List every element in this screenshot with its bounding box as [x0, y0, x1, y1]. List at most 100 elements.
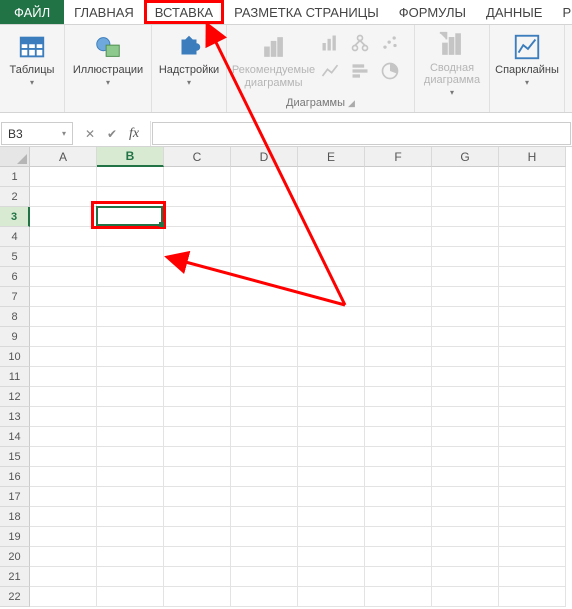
tables-button[interactable]: Таблицы ▾	[4, 28, 60, 87]
cell[interactable]	[432, 487, 499, 507]
cell[interactable]	[231, 307, 298, 327]
cell[interactable]	[298, 207, 365, 227]
tab-file[interactable]: ФАЙЛ	[0, 0, 64, 24]
row-header[interactable]: 15	[0, 447, 30, 467]
cell[interactable]	[298, 387, 365, 407]
cell[interactable]	[365, 327, 432, 347]
cell[interactable]	[499, 167, 566, 187]
cell[interactable]	[164, 287, 231, 307]
cell[interactable]	[499, 327, 566, 347]
cell[interactable]	[432, 367, 499, 387]
cell[interactable]	[164, 187, 231, 207]
cell[interactable]	[30, 327, 97, 347]
cell[interactable]	[432, 547, 499, 567]
cell[interactable]	[164, 527, 231, 547]
cell[interactable]	[30, 267, 97, 287]
cell[interactable]	[231, 427, 298, 447]
row-header[interactable]: 4	[0, 227, 30, 247]
cell[interactable]	[499, 207, 566, 227]
cell[interactable]	[97, 287, 164, 307]
cell[interactable]	[97, 447, 164, 467]
row-header[interactable]: 9	[0, 327, 30, 347]
cell[interactable]	[499, 307, 566, 327]
cell[interactable]	[298, 327, 365, 347]
cell[interactable]	[499, 227, 566, 247]
cell[interactable]	[164, 207, 231, 227]
column-header[interactable]: C	[164, 147, 231, 167]
cell[interactable]	[97, 267, 164, 287]
cell[interactable]	[30, 407, 97, 427]
cell[interactable]	[30, 467, 97, 487]
cell[interactable]	[432, 287, 499, 307]
cell[interactable]	[164, 327, 231, 347]
illustrations-button[interactable]: Иллюстрации ▾	[69, 28, 147, 87]
cell[interactable]	[231, 287, 298, 307]
cell[interactable]	[30, 307, 97, 327]
cell[interactable]	[97, 387, 164, 407]
addins-button[interactable]: Надстройки ▾	[156, 28, 222, 87]
row-header[interactable]: 18	[0, 507, 30, 527]
row-header[interactable]: 6	[0, 267, 30, 287]
row-header[interactable]: 2	[0, 187, 30, 207]
cell[interactable]	[432, 527, 499, 547]
cell[interactable]	[164, 447, 231, 467]
row-header[interactable]: 22	[0, 587, 30, 607]
cell[interactable]	[432, 167, 499, 187]
cell[interactable]	[432, 467, 499, 487]
cell[interactable]	[97, 547, 164, 567]
cell[interactable]	[30, 507, 97, 527]
enter-icon[interactable]: ✔	[102, 124, 122, 144]
cell[interactable]	[30, 387, 97, 407]
cell[interactable]	[164, 547, 231, 567]
cell[interactable]	[30, 487, 97, 507]
cells[interactable]	[30, 167, 566, 607]
cell[interactable]	[164, 387, 231, 407]
cell[interactable]	[164, 567, 231, 587]
cell[interactable]	[164, 267, 231, 287]
tab-insert[interactable]: ВСТАВКА	[144, 0, 224, 24]
cell[interactable]	[97, 507, 164, 527]
cell[interactable]	[365, 167, 432, 187]
cell[interactable]	[97, 327, 164, 347]
bar-chart-icon[interactable]	[347, 58, 373, 84]
cell[interactable]	[97, 227, 164, 247]
cell[interactable]	[30, 227, 97, 247]
cell[interactable]	[30, 207, 97, 227]
cell[interactable]	[164, 587, 231, 607]
row-header[interactable]: 21	[0, 567, 30, 587]
cell[interactable]	[97, 207, 164, 227]
cell[interactable]	[231, 547, 298, 567]
cell[interactable]	[231, 387, 298, 407]
cell[interactable]	[499, 487, 566, 507]
cell[interactable]	[432, 407, 499, 427]
cell[interactable]	[30, 347, 97, 367]
column-header[interactable]: B	[97, 147, 164, 167]
cell[interactable]	[499, 427, 566, 447]
pivot-chart-button[interactable]: Сводная диаграмма ▾	[419, 26, 485, 97]
cell[interactable]	[298, 447, 365, 467]
cell[interactable]	[298, 587, 365, 607]
cancel-icon[interactable]: ✕	[80, 124, 100, 144]
cell[interactable]	[365, 567, 432, 587]
cell[interactable]	[231, 227, 298, 247]
cell[interactable]	[231, 447, 298, 467]
recommended-charts-button[interactable]: Рекомендуемые диаграммы	[235, 28, 313, 89]
row-headers[interactable]: 12345678910111213141516171819202122	[0, 167, 30, 607]
cell[interactable]	[298, 507, 365, 527]
pie-chart-icon[interactable]	[377, 58, 403, 84]
cell[interactable]	[365, 507, 432, 527]
cell[interactable]	[231, 407, 298, 427]
cell[interactable]	[499, 447, 566, 467]
tab-data[interactable]: ДАННЫЕ	[476, 0, 552, 24]
cell[interactable]	[432, 267, 499, 287]
cell[interactable]	[30, 547, 97, 567]
cell[interactable]	[231, 187, 298, 207]
cell[interactable]	[365, 407, 432, 427]
cell[interactable]	[365, 547, 432, 567]
cell[interactable]	[231, 587, 298, 607]
cell[interactable]	[231, 507, 298, 527]
column-header[interactable]: H	[499, 147, 566, 167]
cell[interactable]	[365, 287, 432, 307]
cell[interactable]	[298, 307, 365, 327]
cell[interactable]	[231, 207, 298, 227]
